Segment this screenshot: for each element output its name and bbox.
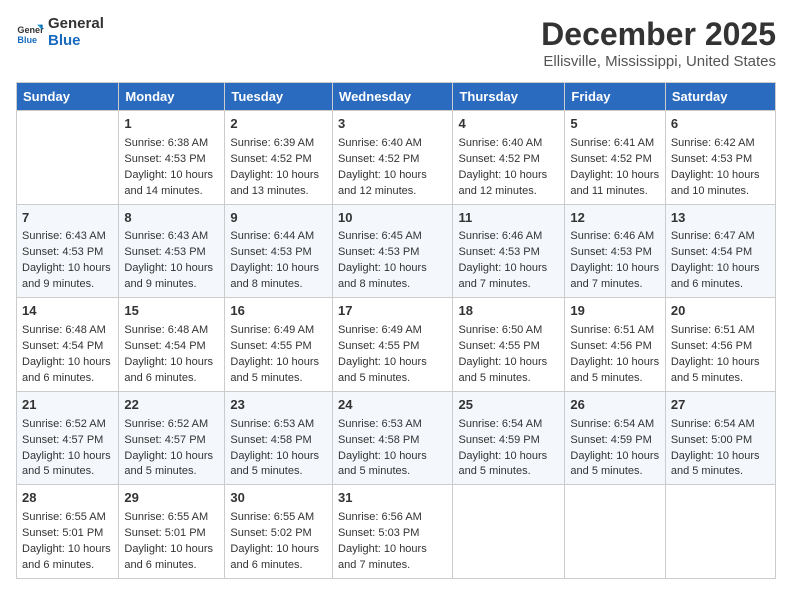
location: Ellisville, Mississippi, United States [541, 53, 776, 70]
logo-icon: General Blue [16, 19, 44, 47]
calendar-header-row: SundayMondayTuesdayWednesdayThursdayFrid… [17, 83, 776, 111]
week-row-3: 14Sunrise: 6:48 AMSunset: 4:54 PMDayligh… [17, 298, 776, 392]
day-number: 13 [671, 209, 770, 228]
week-row-2: 7Sunrise: 6:43 AMSunset: 4:53 PMDaylight… [17, 204, 776, 298]
day-cell [665, 485, 775, 579]
day-cell: 6Sunrise: 6:42 AMSunset: 4:53 PMDaylight… [665, 111, 775, 205]
day-cell: 3Sunrise: 6:40 AMSunset: 4:52 PMDaylight… [333, 111, 453, 205]
day-cell: 8Sunrise: 6:43 AMSunset: 4:53 PMDaylight… [119, 204, 225, 298]
day-number: 11 [458, 209, 559, 228]
logo-general: General [48, 16, 104, 33]
day-number: 29 [124, 489, 219, 508]
day-cell: 12Sunrise: 6:46 AMSunset: 4:53 PMDayligh… [565, 204, 665, 298]
day-number: 3 [338, 115, 447, 134]
day-number: 18 [458, 302, 559, 321]
day-number: 25 [458, 396, 559, 415]
day-number: 23 [230, 396, 327, 415]
day-number: 12 [570, 209, 659, 228]
day-number: 14 [22, 302, 113, 321]
col-header-saturday: Saturday [665, 83, 775, 111]
day-cell: 28Sunrise: 6:55 AMSunset: 5:01 PMDayligh… [17, 485, 119, 579]
page-header: General Blue General Blue December 2025 … [16, 16, 776, 70]
day-number: 27 [671, 396, 770, 415]
day-cell [565, 485, 665, 579]
day-cell: 31Sunrise: 6:56 AMSunset: 5:03 PMDayligh… [333, 485, 453, 579]
col-header-thursday: Thursday [453, 83, 565, 111]
day-cell: 1Sunrise: 6:38 AMSunset: 4:53 PMDaylight… [119, 111, 225, 205]
week-row-4: 21Sunrise: 6:52 AMSunset: 4:57 PMDayligh… [17, 391, 776, 485]
day-cell: 20Sunrise: 6:51 AMSunset: 4:56 PMDayligh… [665, 298, 775, 392]
day-cell: 25Sunrise: 6:54 AMSunset: 4:59 PMDayligh… [453, 391, 565, 485]
col-header-wednesday: Wednesday [333, 83, 453, 111]
day-number: 5 [570, 115, 659, 134]
day-cell: 19Sunrise: 6:51 AMSunset: 4:56 PMDayligh… [565, 298, 665, 392]
day-number: 21 [22, 396, 113, 415]
title-block: December 2025 Ellisville, Mississippi, U… [541, 16, 776, 70]
day-number: 7 [22, 209, 113, 228]
day-number: 6 [671, 115, 770, 134]
week-row-5: 28Sunrise: 6:55 AMSunset: 5:01 PMDayligh… [17, 485, 776, 579]
day-cell: 26Sunrise: 6:54 AMSunset: 4:59 PMDayligh… [565, 391, 665, 485]
day-number: 15 [124, 302, 219, 321]
day-number: 24 [338, 396, 447, 415]
day-number: 26 [570, 396, 659, 415]
day-cell: 30Sunrise: 6:55 AMSunset: 5:02 PMDayligh… [225, 485, 333, 579]
day-number: 17 [338, 302, 447, 321]
day-number: 2 [230, 115, 327, 134]
day-number: 19 [570, 302, 659, 321]
day-number: 16 [230, 302, 327, 321]
week-row-1: 1Sunrise: 6:38 AMSunset: 4:53 PMDaylight… [17, 111, 776, 205]
day-cell: 16Sunrise: 6:49 AMSunset: 4:55 PMDayligh… [225, 298, 333, 392]
day-cell: 23Sunrise: 6:53 AMSunset: 4:58 PMDayligh… [225, 391, 333, 485]
day-number: 8 [124, 209, 219, 228]
logo: General Blue General Blue [16, 16, 104, 49]
day-number: 28 [22, 489, 113, 508]
logo-blue: Blue [48, 33, 104, 50]
day-cell: 5Sunrise: 6:41 AMSunset: 4:52 PMDaylight… [565, 111, 665, 205]
day-cell: 29Sunrise: 6:55 AMSunset: 5:01 PMDayligh… [119, 485, 225, 579]
day-cell: 2Sunrise: 6:39 AMSunset: 4:52 PMDaylight… [225, 111, 333, 205]
day-cell: 10Sunrise: 6:45 AMSunset: 4:53 PMDayligh… [333, 204, 453, 298]
day-cell: 7Sunrise: 6:43 AMSunset: 4:53 PMDaylight… [17, 204, 119, 298]
day-cell: 17Sunrise: 6:49 AMSunset: 4:55 PMDayligh… [333, 298, 453, 392]
day-cell: 18Sunrise: 6:50 AMSunset: 4:55 PMDayligh… [453, 298, 565, 392]
day-number: 4 [458, 115, 559, 134]
month-title: December 2025 [541, 16, 776, 53]
day-cell [453, 485, 565, 579]
calendar-table: SundayMondayTuesdayWednesdayThursdayFrid… [16, 82, 776, 579]
day-cell: 9Sunrise: 6:44 AMSunset: 4:53 PMDaylight… [225, 204, 333, 298]
day-cell: 4Sunrise: 6:40 AMSunset: 4:52 PMDaylight… [453, 111, 565, 205]
day-cell: 21Sunrise: 6:52 AMSunset: 4:57 PMDayligh… [17, 391, 119, 485]
day-number: 9 [230, 209, 327, 228]
col-header-monday: Monday [119, 83, 225, 111]
day-cell: 14Sunrise: 6:48 AMSunset: 4:54 PMDayligh… [17, 298, 119, 392]
col-header-tuesday: Tuesday [225, 83, 333, 111]
day-number: 22 [124, 396, 219, 415]
day-number: 20 [671, 302, 770, 321]
day-number: 31 [338, 489, 447, 508]
col-header-sunday: Sunday [17, 83, 119, 111]
day-cell: 27Sunrise: 6:54 AMSunset: 5:00 PMDayligh… [665, 391, 775, 485]
day-cell: 11Sunrise: 6:46 AMSunset: 4:53 PMDayligh… [453, 204, 565, 298]
day-cell [17, 111, 119, 205]
day-cell: 13Sunrise: 6:47 AMSunset: 4:54 PMDayligh… [665, 204, 775, 298]
day-cell: 22Sunrise: 6:52 AMSunset: 4:57 PMDayligh… [119, 391, 225, 485]
day-number: 1 [124, 115, 219, 134]
svg-text:Blue: Blue [17, 34, 37, 44]
day-number: 10 [338, 209, 447, 228]
day-cell: 24Sunrise: 6:53 AMSunset: 4:58 PMDayligh… [333, 391, 453, 485]
day-number: 30 [230, 489, 327, 508]
col-header-friday: Friday [565, 83, 665, 111]
day-cell: 15Sunrise: 6:48 AMSunset: 4:54 PMDayligh… [119, 298, 225, 392]
